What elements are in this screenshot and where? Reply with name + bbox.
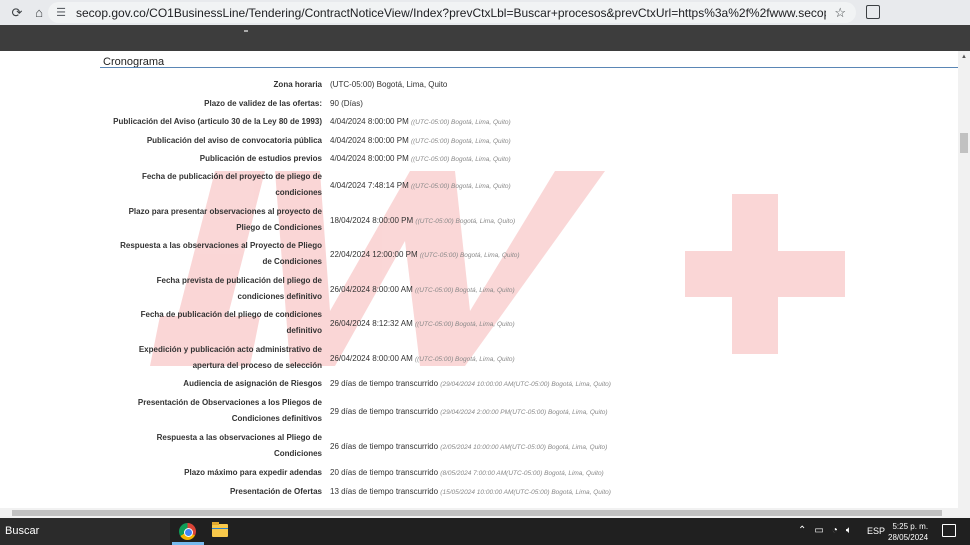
row-value: 29 días de tiempo transcurrido (29/04/20… xyxy=(330,407,608,418)
row-label: Fecha de publicación del pliego de condi… xyxy=(140,310,322,335)
row-value-text: 29 días de tiempo transcurrido xyxy=(330,379,439,388)
row-value-text: 26/04/2024 8:12:32 AM xyxy=(330,319,413,328)
home-icon[interactable]: ⌂ xyxy=(32,5,46,20)
browser-toolbar: ⟳ ⌂ ☰ secop.gov.co/CO1BusinessLine/Tende… xyxy=(0,0,970,25)
clock-time: 5:25 p. m. xyxy=(892,522,929,531)
page-content: Cronograma Zona horaria (UTC-05:00) Bogo… xyxy=(0,51,958,508)
row-timezone: ((UTC-05:00) Bogotá, Lima, Quito) xyxy=(414,287,515,294)
row-timezone: ((UTC-05:00) Bogotá, Lima, Quito) xyxy=(414,321,515,328)
row-timezone: (2/05/2024 10:00:00 AM(UTC-05:00) Bogotá… xyxy=(440,444,608,451)
row-timezone: (29/04/2024 2:00:00 PM(UTC-05:00) Bogotá… xyxy=(440,409,608,416)
row-value-text: (UTC-05:00) Bogotá, Lima, Quito xyxy=(330,80,448,89)
clock-date: 28/05/2024 xyxy=(888,533,929,542)
section-divider xyxy=(100,67,958,68)
row-value: 4/04/2024 8:00:00 PM ((UTC-05:00) Bogotá… xyxy=(330,117,511,128)
row-timezone: (15/05/2024 10:00:00 AM(UTC-05:00) Bogot… xyxy=(440,489,611,496)
system-tray: ⌃ ▭ ◔ 🔈︎ xyxy=(798,525,852,536)
site-info-icon[interactable]: ☰ xyxy=(54,6,68,20)
file-explorer-icon[interactable] xyxy=(212,522,228,537)
row-label: Fecha prevista de publicación del pliego… xyxy=(156,276,322,301)
row-value: 26/04/2024 8:00:00 AM ((UTC-05:00) Bogot… xyxy=(330,285,515,296)
reload-icon[interactable]: ⟳ xyxy=(10,5,24,20)
vertical-scrollbar[interactable]: ▲ xyxy=(958,51,970,508)
row-value: (UTC-05:00) Bogotá, Lima, Quito xyxy=(330,80,447,90)
page-header-bar xyxy=(0,25,970,51)
row-value-text: 4/04/2024 7:48:14 PM xyxy=(330,181,409,190)
row-value: 26/04/2024 8:00:00 AM ((UTC-05:00) Bogot… xyxy=(330,354,515,365)
row-value: 26/04/2024 8:12:32 AM ((UTC-05:00) Bogot… xyxy=(330,319,515,330)
row-label: Respuesta a las observaciones al Proyect… xyxy=(120,241,322,266)
row-label: Fecha de publicación del proyecto de pli… xyxy=(141,172,322,197)
row-label: Plazo para presentar observaciones al pr… xyxy=(128,207,322,232)
row-value-text: 29 días de tiempo transcurrido xyxy=(330,407,439,416)
row-value-text: 4/04/2024 8:00:00 PM xyxy=(330,154,409,163)
battery-icon[interactable]: ▭ xyxy=(814,525,823,536)
row-value-text: 20 días de tiempo transcurrido xyxy=(330,468,439,477)
chrome-icon[interactable] xyxy=(179,523,196,540)
windows-taskbar: Buscar ⌃ ▭ ◔ 🔈︎ ESP 5:25 p. m. 28/05/202… xyxy=(0,518,970,545)
horizontal-scrollbar[interactable] xyxy=(0,508,970,518)
scroll-up-arrow-icon[interactable]: ▲ xyxy=(961,54,967,60)
url-text[interactable]: secop.gov.co/CO1BusinessLine/Tendering/C… xyxy=(76,6,826,20)
row-value-text: 4/04/2024 8:00:00 PM xyxy=(330,136,409,145)
row-timezone: ((UTC-05:00) Bogotá, Lima, Quito) xyxy=(415,218,516,225)
row-label: Publicación del Aviso (articulo 30 de la… xyxy=(113,117,322,126)
taskbar-clock[interactable]: 5:25 p. m. 28/05/2024 xyxy=(888,521,928,543)
row-value: 29 días de tiempo transcurrido (29/04/20… xyxy=(330,379,611,390)
row-value: 4/04/2024 7:48:14 PM ((UTC-05:00) Bogotá… xyxy=(330,181,511,192)
row-label: Zona horaria xyxy=(273,80,322,89)
row-label: Plazo de validez de las ofertas: xyxy=(204,99,322,108)
row-value-text: 26/04/2024 8:00:00 AM xyxy=(330,285,413,294)
taskbar-search[interactable]: Buscar xyxy=(0,518,170,545)
row-label: Audiencia de asignación de Riesgos xyxy=(183,379,322,388)
row-value-text: 13 días de tiempo transcurrido xyxy=(330,487,439,496)
extensions-icon[interactable] xyxy=(866,5,880,19)
horizontal-scroll-thumb[interactable] xyxy=(12,510,942,516)
row-value: 90 (Días) xyxy=(330,99,363,109)
row-value: 22/04/2024 12:00:00 PM ((UTC-05:00) Bogo… xyxy=(330,250,520,261)
row-value: 13 días de tiempo transcurrido (15/05/20… xyxy=(330,487,611,498)
row-timezone: ((UTC-05:00) Bogotá, Lima, Quito) xyxy=(410,119,511,126)
row-value-text: 90 (Días) xyxy=(330,99,363,108)
row-label: Presentación de Observaciones a los Plie… xyxy=(137,398,322,423)
language-indicator[interactable]: ESP xyxy=(867,526,885,536)
bookmark-star-icon[interactable]: ☆ xyxy=(834,5,846,21)
row-label: Presentación de Ofertas xyxy=(229,487,322,496)
row-value-text: 22/04/2024 12:00:00 PM xyxy=(330,250,418,259)
row-label: Expedición y publicación acto administra… xyxy=(138,345,322,370)
row-label: Respuesta a las observaciones al Pliego … xyxy=(156,433,322,458)
vertical-scroll-thumb[interactable] xyxy=(960,133,968,153)
row-label: Publicación del aviso de convocatoria pú… xyxy=(146,136,322,145)
notification-icon[interactable] xyxy=(942,524,956,537)
network-icon[interactable]: ◔ xyxy=(832,525,838,536)
row-value: 18/04/2024 8:00:00 PM ((UTC-05:00) Bogot… xyxy=(330,216,515,227)
row-timezone: ((UTC-05:00) Bogotá, Lima, Quito) xyxy=(410,183,511,190)
row-value-text: 26/04/2024 8:00:00 AM xyxy=(330,354,413,363)
row-value-text: 18/04/2024 8:00:00 PM xyxy=(330,216,414,225)
row-value: 4/04/2024 8:00:00 PM ((UTC-05:00) Bogotá… xyxy=(330,154,511,165)
row-value: 4/04/2024 8:00:00 PM ((UTC-05:00) Bogotá… xyxy=(330,136,511,147)
row-timezone: ((UTC-05:00) Bogotá, Lima, Quito) xyxy=(414,356,515,363)
header-marker xyxy=(244,30,248,32)
chevron-up-icon[interactable]: ⌃ xyxy=(798,525,806,536)
volume-icon[interactable]: 🔈︎ xyxy=(846,525,852,536)
row-timezone: (29/04/2024 10:00:00 AM(UTC-05:00) Bogot… xyxy=(440,381,611,388)
row-timezone: (8/05/2024 7:00:00 AM(UTC-05:00) Bogotá,… xyxy=(440,470,604,477)
row-timezone: ((UTC-05:00) Bogotá, Lima, Quito) xyxy=(410,156,511,163)
row-timezone: ((UTC-05:00) Bogotá, Lima, Quito) xyxy=(410,138,511,145)
row-value: 26 días de tiempo transcurrido (2/05/202… xyxy=(330,442,607,453)
row-label: Publicación de estudios previos xyxy=(199,154,322,163)
row-value: 20 días de tiempo transcurrido (8/05/202… xyxy=(330,468,604,479)
row-value-text: 4/04/2024 8:00:00 PM xyxy=(330,117,409,126)
row-timezone: ((UTC-05:00) Bogotá, Lima, Quito) xyxy=(419,252,520,259)
address-bar[interactable]: ☰ secop.gov.co/CO1BusinessLine/Tendering… xyxy=(48,2,856,23)
row-value-text: 26 días de tiempo transcurrido xyxy=(330,442,439,451)
row-label: Plazo máximo para expedir adendas xyxy=(184,468,322,477)
